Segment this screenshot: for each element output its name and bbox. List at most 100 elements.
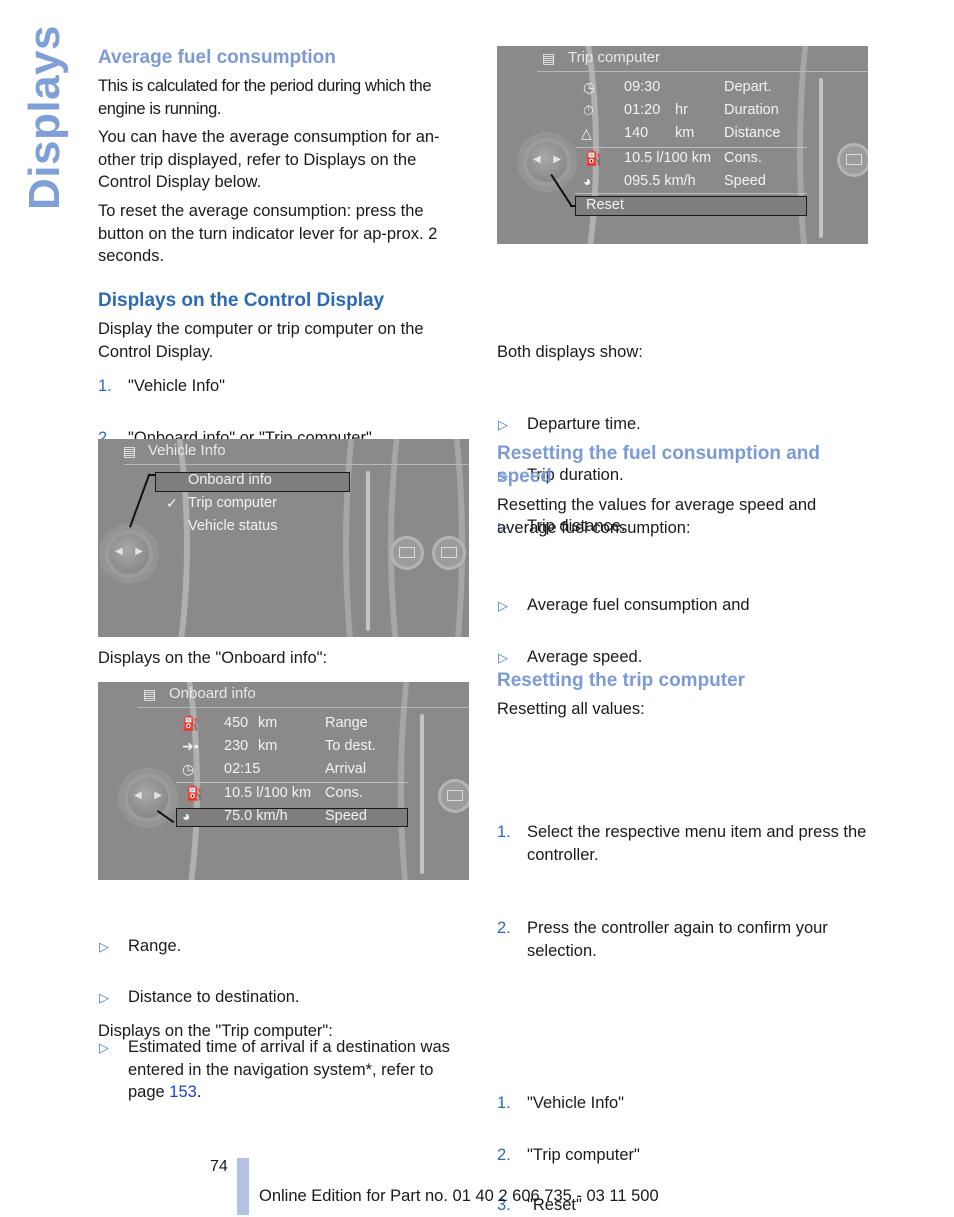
heading-displays-on-control-display: Displays on the Control Display (98, 290, 385, 311)
scrollbar (366, 471, 370, 631)
footer-accent-bar (237, 1158, 249, 1215)
onboard-info-screenshot: ▤ Onboard info ⛽ 450 km Range ➜• 230 km … (98, 682, 469, 880)
bullet-triangle-icon: ▷ (99, 939, 109, 954)
screen-title: Vehicle Info (148, 442, 226, 459)
bullet-text: Range. (128, 937, 182, 955)
checkmark-icon: ✓ (166, 495, 178, 511)
heading-resetting-fuel-consumption-speed: Resetting the fuel consumption and speed (497, 443, 821, 487)
step-text: "Vehicle Info" (527, 1094, 625, 1112)
bullet-text: Departure time. (527, 414, 641, 433)
paragraph: Both displays show: (497, 343, 643, 361)
scrollbar (819, 78, 823, 238)
label: Range (325, 715, 368, 731)
title-divider (138, 707, 469, 708)
arrow-destination-icon: ➜• (182, 738, 199, 754)
step-number: 2. (497, 1145, 511, 1164)
bullet-item: ▷ Average fuel consumption and (497, 594, 899, 617)
label: Depart. (724, 79, 772, 95)
label: Distance (724, 125, 781, 141)
paragraph: Display the computer or trip computer on… (98, 320, 424, 361)
controller-knob: ◀ ▶ (523, 138, 571, 186)
selection-highlight (176, 808, 408, 827)
step-number: 2. (497, 919, 511, 937)
title-divider (537, 71, 868, 72)
step-number: 1. (497, 823, 511, 841)
paragraph: This is calculated for the period during… (98, 77, 432, 118)
value: 095.5 km/h (624, 173, 696, 189)
menu-item-vehicle-status[interactable]: Vehicle status (188, 518, 277, 534)
paragraph: Resetting the values for average speed a… (497, 496, 817, 537)
bullet-triangle-icon: ▷ (498, 649, 508, 665)
departure-clock-icon: ◷ (583, 79, 596, 95)
unit: km (258, 715, 278, 731)
bullet-item: ▷ Average speed. (497, 646, 899, 669)
onboard-icon: ▤ (143, 686, 157, 702)
menu-button (390, 536, 424, 570)
caption-trip: Displays on the "Trip computer": (98, 1022, 333, 1040)
arrival-clock-icon: ◷ (182, 761, 195, 777)
trip-icon: ▤ (542, 50, 556, 66)
chapter-title: Displays (20, 25, 69, 210)
row-divider (176, 782, 408, 783)
edition-text: Online Edition for Part no. 01 40 2 606 … (259, 1187, 659, 1205)
step-item: 2. Press the controller again to confirm… (497, 917, 899, 962)
screen-title: Trip computer (568, 49, 660, 66)
option-button (438, 779, 469, 813)
value: 09:30 (624, 79, 661, 95)
row-divider (575, 147, 807, 148)
controller-knob: ◀ ▶ (105, 530, 153, 578)
paragraph: Resetting all values: (497, 700, 645, 718)
road-distance-icon: △ (581, 125, 592, 141)
fuel-pump-icon: ⛽ (585, 150, 603, 166)
chapter-title-vertical: Displays (20, 25, 80, 210)
label: Duration (724, 102, 779, 118)
step-text: Press the controller again to confirm yo… (527, 919, 828, 960)
fuel-pump-icon: ⛽ (186, 785, 204, 801)
step-item: 1. "Vehicle Info" (497, 1092, 899, 1115)
period: . (196, 1083, 202, 1101)
bullet-triangle-icon: ▷ (498, 598, 508, 613)
speedometer-icon: ◕ (583, 173, 592, 189)
step-item: 1. Select the respective menu item and p… (497, 821, 899, 866)
page-link[interactable]: 153 (169, 1083, 197, 1101)
label: Cons. (724, 150, 762, 166)
speedometer-icon: ◕ (182, 808, 191, 824)
bullet-text: Distance to destination. (128, 987, 300, 1006)
caption-onboard: Displays on the "Onboard info": (98, 649, 328, 667)
value: 01:20 (624, 102, 661, 118)
unit: km (675, 125, 695, 141)
label: To dest. (325, 738, 376, 754)
value: 02:15 (224, 761, 261, 777)
leader-line (148, 474, 156, 476)
bullet-text: Average speed. (527, 647, 643, 666)
trip-computer-screenshot: ▤ Trip computer ◷ 09:30 Depart. ⏱ 01:20 … (497, 46, 868, 244)
step-text: Select the respective menu item and pres… (527, 823, 867, 864)
label: Speed (325, 808, 367, 824)
value: 75.0 km/h (224, 808, 288, 824)
label: Arrival (325, 761, 367, 777)
bullet-text: Average fuel consumption and (527, 596, 750, 614)
label: Cons. (325, 785, 363, 801)
option-button (432, 536, 466, 570)
value: 230 (224, 738, 249, 754)
value: 450 (224, 715, 249, 731)
bullet-item: ▷ Estimated time of arrival if a destina… (98, 1036, 470, 1104)
menu-item-onboard-info[interactable]: Onboard info (188, 472, 272, 488)
menu-item-trip-computer[interactable]: Trip computer (188, 495, 277, 511)
unit: hr (675, 102, 688, 118)
value: 10.5 l/100 km (624, 150, 712, 166)
reset-menu-item[interactable]: Reset (586, 197, 624, 213)
bullet-triangle-icon: ▷ (99, 989, 109, 1005)
vehicle-info-screenshot: ▤ Vehicle Info Onboard info ✓ Trip compu… (98, 439, 469, 637)
step-number: 1. (497, 1094, 511, 1112)
stopwatch-icon: ⏱ (583, 102, 594, 118)
value: 10.5 l/100 km (224, 785, 312, 801)
step-text: "Trip computer" (527, 1145, 640, 1164)
paragraph: To reset the average consumption: press … (98, 202, 438, 265)
car-icon: ▤ (123, 443, 137, 459)
title-divider (124, 464, 469, 465)
heading-resetting-trip-computer: Resetting the trip computer (497, 670, 746, 691)
row-divider (575, 193, 807, 194)
bullet-triangle-icon: ▷ (498, 416, 508, 432)
scrollbar (420, 714, 424, 874)
